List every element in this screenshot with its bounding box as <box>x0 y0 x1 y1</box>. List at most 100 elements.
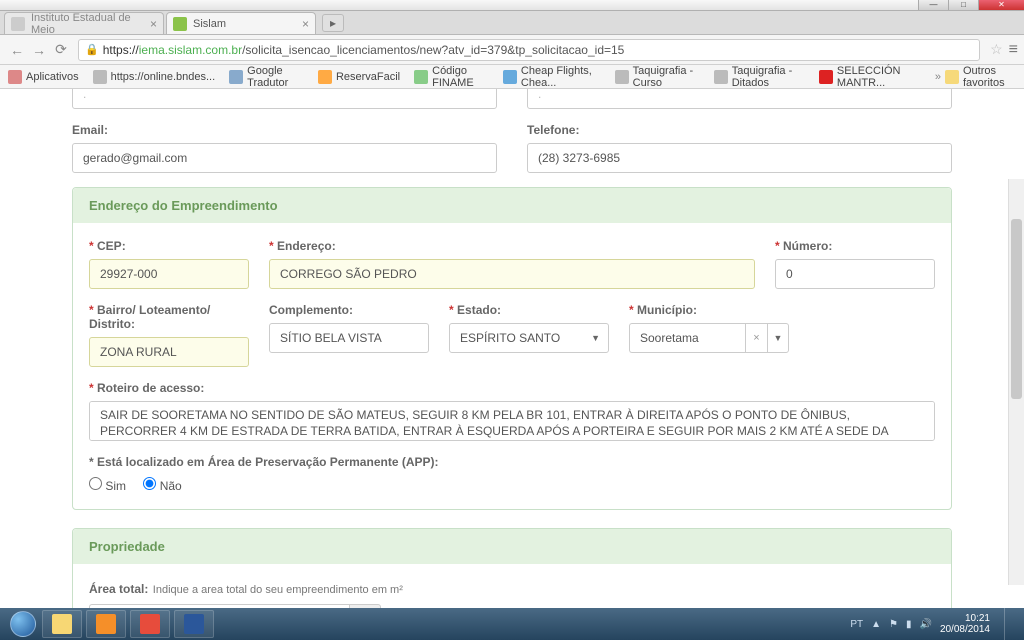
estado-label: Estado: <box>449 303 609 317</box>
word-icon <box>184 614 204 634</box>
favicon-icon <box>173 17 187 31</box>
windows-taskbar: PT ▲ ⚑ ▮ 🔊 10:21 20/08/2014 <box>0 608 1024 640</box>
app-radio-nao[interactable]: Não <box>143 479 181 493</box>
complemento-value: SÍTIO BELA VISTA <box>280 331 382 345</box>
tab-title: Sislam <box>193 18 226 30</box>
municipio-label: Município: <box>629 303 789 317</box>
taskbar-explorer-button[interactable] <box>42 610 82 638</box>
bairro-value: ZONA RURAL <box>100 345 177 359</box>
page-viewport: . . Email: gerado@gmail.com Telefone: (2… <box>0 89 1024 617</box>
close-tab-icon[interactable]: × <box>150 17 157 31</box>
propriedade-panel: Propriedade Área total: Indique a area t… <box>72 528 952 617</box>
back-button[interactable]: ← <box>6 39 28 61</box>
area-total-label: Área total: <box>89 582 148 596</box>
tray-time: 10:21 <box>940 613 990 624</box>
taskbar-outlook-button[interactable] <box>86 610 126 638</box>
upper-field-left[interactable]: . <box>72 89 497 109</box>
close-tab-icon[interactable]: × <box>302 17 309 31</box>
bookmark-item[interactable]: Código FINAME <box>414 65 489 89</box>
app-question: * Está localizado em Área de Preservação… <box>89 453 935 493</box>
bookmark-item[interactable]: Cheap Flights, Chea... <box>503 65 601 89</box>
browser-toolbar: ← → ⟳ 🔒 https://iema.sislam.com.br/solic… <box>0 35 1024 65</box>
tray-overflow-icon[interactable]: ▲ <box>871 619 881 630</box>
explorer-icon <box>52 614 72 634</box>
phone-value: (28) 3273-6985 <box>538 151 620 165</box>
new-tab-button[interactable]: ▸ <box>322 14 344 32</box>
chrome-menu-button[interactable]: ≡ <box>1009 41 1018 59</box>
other-bookmarks-button[interactable]: Outros favoritos <box>945 65 1016 89</box>
bookmark-item[interactable]: ReservaFacil <box>318 70 400 84</box>
email-label: Email: <box>72 123 497 137</box>
estado-select[interactable]: ESPÍRITO SANTO <box>449 323 609 353</box>
bairro-label: Bairro/ Loteamento/ Distrito: <box>89 303 249 331</box>
window-minimize-button[interactable]: — <box>918 0 948 10</box>
numero-label: Número: <box>775 239 935 253</box>
endereco-input[interactable]: CORREGO SÃO PEDRO <box>269 259 755 289</box>
tray-clock[interactable]: 10:21 20/08/2014 <box>940 613 990 635</box>
windows-orb-icon <box>10 611 36 637</box>
page-scrollbar[interactable] <box>1008 179 1024 585</box>
taskbar-chrome-button[interactable] <box>130 610 170 638</box>
window-close-button[interactable]: ✕ <box>978 0 1024 10</box>
cep-input[interactable]: 29927-000 <box>89 259 249 289</box>
bairro-input[interactable]: ZONA RURAL <box>89 337 249 367</box>
roteiro-textarea[interactable] <box>89 401 935 441</box>
bookmark-label: Código FINAME <box>432 65 489 89</box>
complemento-label: Complemento: <box>269 303 429 317</box>
bookmark-label: Outros favoritos <box>963 65 1016 89</box>
estado-value: ESPÍRITO SANTO <box>460 331 560 345</box>
tray-date: 20/08/2014 <box>940 624 990 635</box>
bookmark-star-icon[interactable]: ☆ <box>990 41 1003 58</box>
browser-tab-active[interactable]: Sislam × <box>166 12 316 34</box>
phone-input[interactable]: (28) 3273-6985 <box>527 143 952 173</box>
tray-flag-icon[interactable]: ⚑ <box>889 619 898 630</box>
endereco-panel: Endereço do Empreendimento CEP: 29927-00… <box>72 187 952 510</box>
tray-network-icon[interactable]: ▮ <box>906 619 912 630</box>
bookmarks-bar: Aplicativos https://online.bndes... Goog… <box>0 65 1024 89</box>
municipio-dropdown-button[interactable]: ▼ <box>767 323 789 353</box>
bookmark-label: SELECCIÓN MANTR... <box>837 65 921 89</box>
bookmark-item[interactable]: Google Tradutor <box>229 65 304 89</box>
bookmark-label: ReservaFacil <box>336 71 400 83</box>
scrollbar-thumb[interactable] <box>1011 219 1022 399</box>
apps-icon <box>8 70 22 84</box>
window-maximize-button[interactable]: □ <box>948 0 978 10</box>
taskbar-word-button[interactable] <box>174 610 214 638</box>
system-tray: PT ▲ ⚑ ▮ 🔊 10:21 20/08/2014 <box>850 608 1020 640</box>
start-button[interactable] <box>4 610 42 638</box>
municipio-clear-button[interactable]: × <box>745 323 767 353</box>
app-label: * Está localizado em Área de Preservação… <box>89 455 438 469</box>
overflow-chevron-icon[interactable]: » <box>935 71 941 83</box>
browser-tabstrip: Instituto Estadual de Meio × Sislam × ▸ <box>0 11 1024 35</box>
bookmark-item[interactable]: Taquigrafia - Ditados <box>714 65 805 89</box>
tray-volume-icon[interactable]: 🔊 <box>919 619 931 630</box>
bookmark-icon <box>414 70 428 84</box>
bookmark-item[interactable]: SELECCIÓN MANTR... <box>819 65 921 89</box>
bookmark-item[interactable]: https://online.bndes... <box>93 70 216 84</box>
bookmark-label: https://online.bndes... <box>111 71 216 83</box>
complemento-input[interactable]: SÍTIO BELA VISTA <box>269 323 429 353</box>
favicon-icon <box>11 17 25 31</box>
cep-label: CEP: <box>89 239 249 253</box>
bookmark-item[interactable]: Taquigrafia - Curso <box>615 65 700 89</box>
propriedade-panel-title: Propriedade <box>73 529 951 564</box>
municipio-input[interactable]: Sooretama <box>629 323 745 353</box>
bookmark-icon <box>503 70 517 84</box>
show-desktop-button[interactable] <box>1004 608 1014 640</box>
tray-lang-indicator[interactable]: PT <box>850 619 863 630</box>
numero-input[interactable]: 0 <box>775 259 935 289</box>
email-input[interactable]: gerado@gmail.com <box>72 143 497 173</box>
browser-tab-inactive[interactable]: Instituto Estadual de Meio × <box>4 12 164 34</box>
upper-field-right[interactable]: . <box>527 89 952 109</box>
bookmark-label: Taquigrafia - Ditados <box>732 65 805 89</box>
bookmark-icon <box>318 70 332 84</box>
reload-button[interactable]: ⟳ <box>50 39 72 61</box>
chrome-icon <box>140 614 160 634</box>
bookmark-icon <box>714 70 728 84</box>
radio-label-nao: Não <box>160 479 182 493</box>
url-scheme: https:// <box>103 43 139 57</box>
app-radio-sim[interactable]: Sim <box>89 479 126 493</box>
apps-button[interactable]: Aplicativos <box>8 70 79 84</box>
forward-button[interactable]: → <box>28 39 50 61</box>
address-bar[interactable]: 🔒 https://iema.sislam.com.br/solicita_is… <box>78 39 980 61</box>
